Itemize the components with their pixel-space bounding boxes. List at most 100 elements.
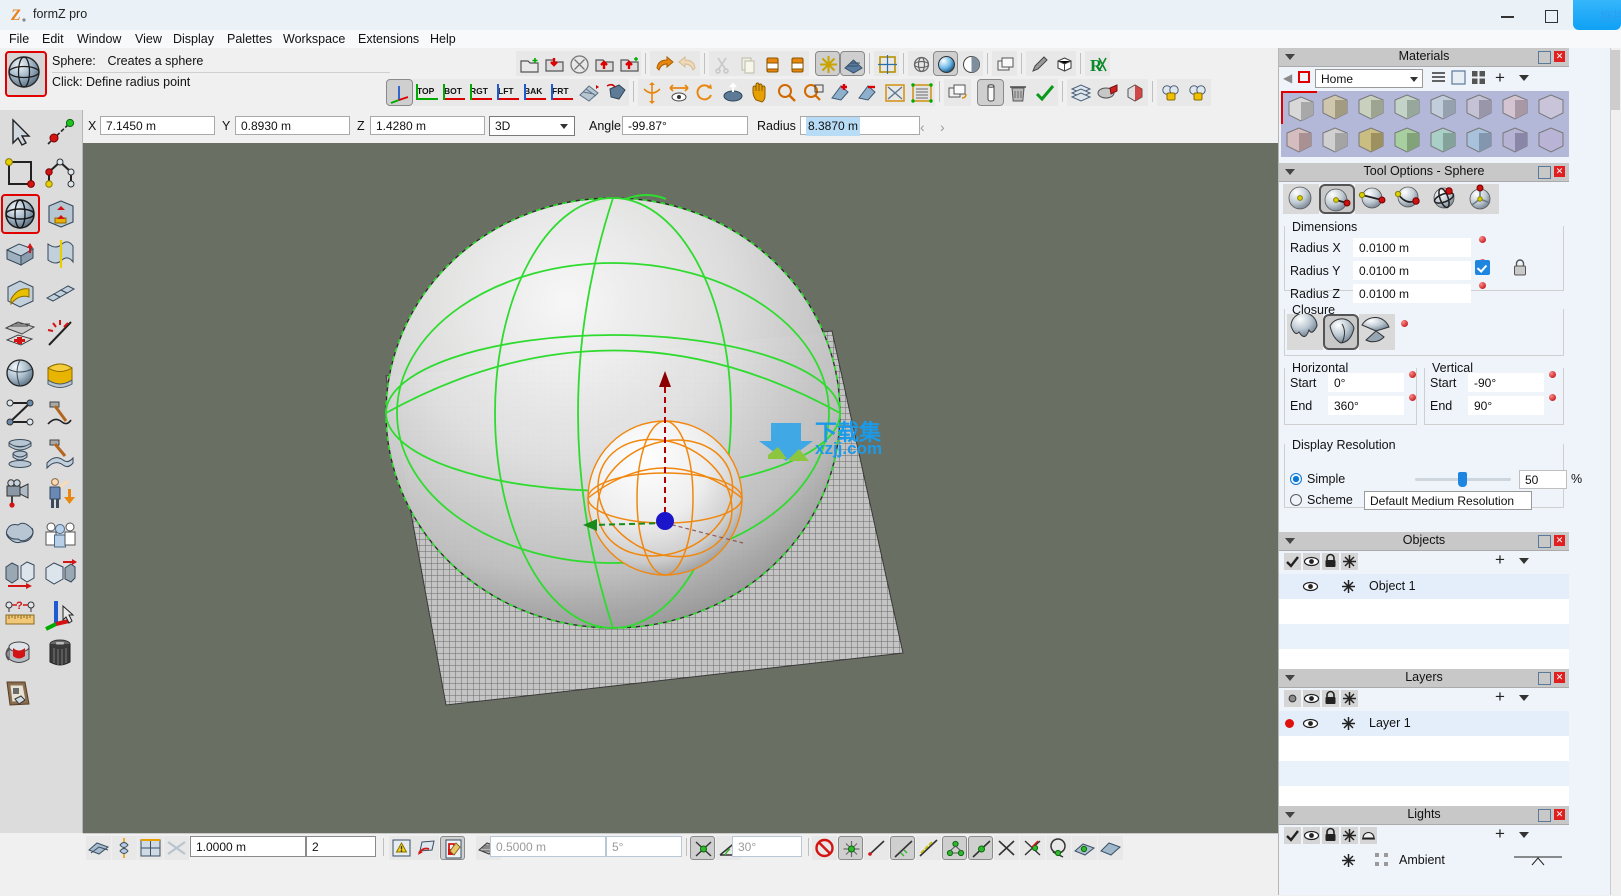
layers-close-button[interactable]: ✕	[1554, 672, 1565, 683]
snap-line-icon[interactable]	[890, 836, 915, 860]
segment-line-tool[interactable]	[41, 114, 80, 154]
snowflake-icon[interactable]	[1341, 690, 1358, 707]
zoom-extents-icon[interactable]	[881, 79, 908, 106]
resolution-slider-thumb[interactable]	[1458, 472, 1467, 487]
objects-more-button[interactable]	[1519, 558, 1529, 564]
grid-subdivision-input[interactable]: 2	[306, 836, 376, 857]
eye-icon[interactable]	[1303, 827, 1320, 844]
snap-distance-input[interactable]: 0.5000 m	[490, 836, 606, 857]
measure-tool[interactable]: ?	[1, 594, 40, 634]
material-swatch[interactable]	[1425, 91, 1461, 124]
snap-midpoint-icon[interactable]	[968, 836, 993, 860]
material-swatch[interactable]	[1317, 91, 1353, 124]
lights-more-button[interactable]	[1519, 832, 1529, 838]
redo-icon[interactable]	[675, 51, 700, 76]
closure-open-icon[interactable]	[1287, 314, 1323, 350]
material-swatch[interactable]	[1533, 124, 1569, 157]
sphere-by-diameter-icon[interactable]	[1355, 184, 1391, 214]
reference-grid-icon[interactable]	[840, 51, 865, 76]
object-eye-icon[interactable]	[1302, 578, 1319, 595]
renderzone-icon[interactable]: R	[1085, 51, 1110, 76]
layers-empty-row[interactable]	[1279, 761, 1569, 786]
objects-restore-button[interactable]	[1538, 535, 1551, 548]
menu-palettes[interactable]: Palettes	[221, 31, 278, 47]
materials-library-select[interactable]: Home	[1315, 69, 1423, 88]
accept-check-icon[interactable]	[1031, 79, 1058, 106]
open-project-icon[interactable]	[541, 51, 566, 76]
check-icon[interactable]	[1284, 827, 1301, 844]
material-swatch[interactable]	[1533, 91, 1569, 124]
material-swatch[interactable]	[1353, 91, 1389, 124]
column-tool-icon[interactable]	[977, 79, 1004, 106]
texture-map-tool[interactable]	[1, 674, 40, 714]
check-icon[interactable]	[1284, 553, 1301, 570]
snowflake-icon[interactable]	[1341, 827, 1358, 844]
material-swatch[interactable]	[1353, 124, 1389, 157]
pencil-edit-icon[interactable]	[1026, 51, 1051, 76]
polyline-tool[interactable]	[41, 154, 80, 194]
view-left-icon[interactable]: LFT	[494, 79, 521, 106]
maximize-button[interactable]	[1531, 0, 1571, 30]
layer-stack-icon[interactable]	[992, 51, 1017, 76]
sphere-by-center-icon[interactable]	[1283, 184, 1319, 214]
view-perspective-icon[interactable]	[602, 79, 629, 106]
layer-eye-icon[interactable]	[1302, 715, 1319, 732]
snap-angle-small-input[interactable]: 5°	[606, 836, 682, 857]
radius-z-input[interactable]: 0.0100 m	[1353, 284, 1471, 303]
copy-icon[interactable]	[734, 51, 759, 76]
menu-window[interactable]: Window	[71, 31, 127, 47]
zoom-window-icon[interactable]	[800, 79, 827, 106]
boolean-split-tool[interactable]	[1, 554, 40, 594]
shade-icon[interactable]	[1360, 827, 1377, 844]
pick-tool[interactable]	[1, 114, 40, 154]
objects-empty-row[interactable]	[1279, 649, 1569, 669]
warning-plane-icon[interactable]	[389, 836, 414, 860]
lock-ghost-icon[interactable]	[1157, 79, 1184, 106]
reference-plane-icon[interactable]	[86, 836, 111, 860]
grid-module-input[interactable]: 1.0000 m	[190, 836, 306, 857]
lights-add-button[interactable]: +	[1495, 825, 1505, 842]
tool-options-restore-button[interactable]	[1538, 166, 1551, 179]
save-project-icon[interactable]	[591, 51, 616, 76]
look-direction-icon[interactable]	[665, 79, 692, 106]
lock-plane-icon[interactable]	[440, 836, 465, 860]
paste-special-icon[interactable]	[784, 51, 809, 76]
rotate-plane-icon[interactable]	[414, 836, 439, 860]
shaded-render-icon[interactable]	[933, 51, 958, 76]
right-panel-scrollbar-thumb[interactable]	[1611, 50, 1620, 110]
wireframe-shade-icon[interactable]	[908, 51, 933, 76]
plane-axis-icon[interactable]	[112, 836, 137, 860]
material-swatch[interactable]	[1389, 91, 1425, 124]
pan-view-icon[interactable]	[746, 79, 773, 106]
hidden-line-icon[interactable]	[958, 51, 983, 76]
scheme-resolution-select[interactable]: Default Medium Resolution	[1364, 491, 1532, 510]
menu-display[interactable]: Display	[167, 31, 220, 47]
lock-icon[interactable]	[1322, 827, 1339, 844]
z-input[interactable]: 1.4280 m	[370, 116, 485, 135]
menu-file[interactable]: File	[3, 31, 35, 47]
axis-pick-tool[interactable]	[41, 594, 80, 634]
orbit-view-icon[interactable]	[719, 79, 746, 106]
save-as-project-icon[interactable]	[616, 51, 641, 76]
large-icon-view-icon[interactable]	[1451, 70, 1466, 85]
boolean-difference-tool[interactable]	[41, 554, 80, 594]
materials-back-arrow[interactable]: ◀	[1283, 71, 1292, 85]
material-swatch[interactable]	[1461, 91, 1497, 124]
snap-surface-icon[interactable]	[916, 836, 941, 860]
sparkle-line-tool[interactable]	[41, 314, 80, 354]
radius-y-input[interactable]: 0.0100 m	[1353, 261, 1471, 280]
rotate-view-icon[interactable]	[692, 79, 719, 106]
objects-empty-row[interactable]	[1279, 624, 1569, 649]
lights-restore-button[interactable]	[1538, 809, 1551, 822]
sphere-by-center-radius-icon[interactable]	[1319, 184, 1355, 214]
fit-view-icon[interactable]	[874, 51, 899, 76]
snap-center-icon[interactable]	[942, 836, 967, 860]
new-project-icon[interactable]	[516, 51, 541, 76]
view-back-icon[interactable]: BAK	[521, 79, 548, 106]
cube-extrude-tool[interactable]	[1, 234, 40, 274]
paste-icon[interactable]	[759, 51, 784, 76]
snap-perpendicular-icon[interactable]	[1020, 836, 1045, 860]
layer-snowflake-icon[interactable]	[1340, 715, 1357, 732]
material-swatch[interactable]	[1281, 124, 1317, 157]
sweep-tool[interactable]	[41, 234, 80, 274]
